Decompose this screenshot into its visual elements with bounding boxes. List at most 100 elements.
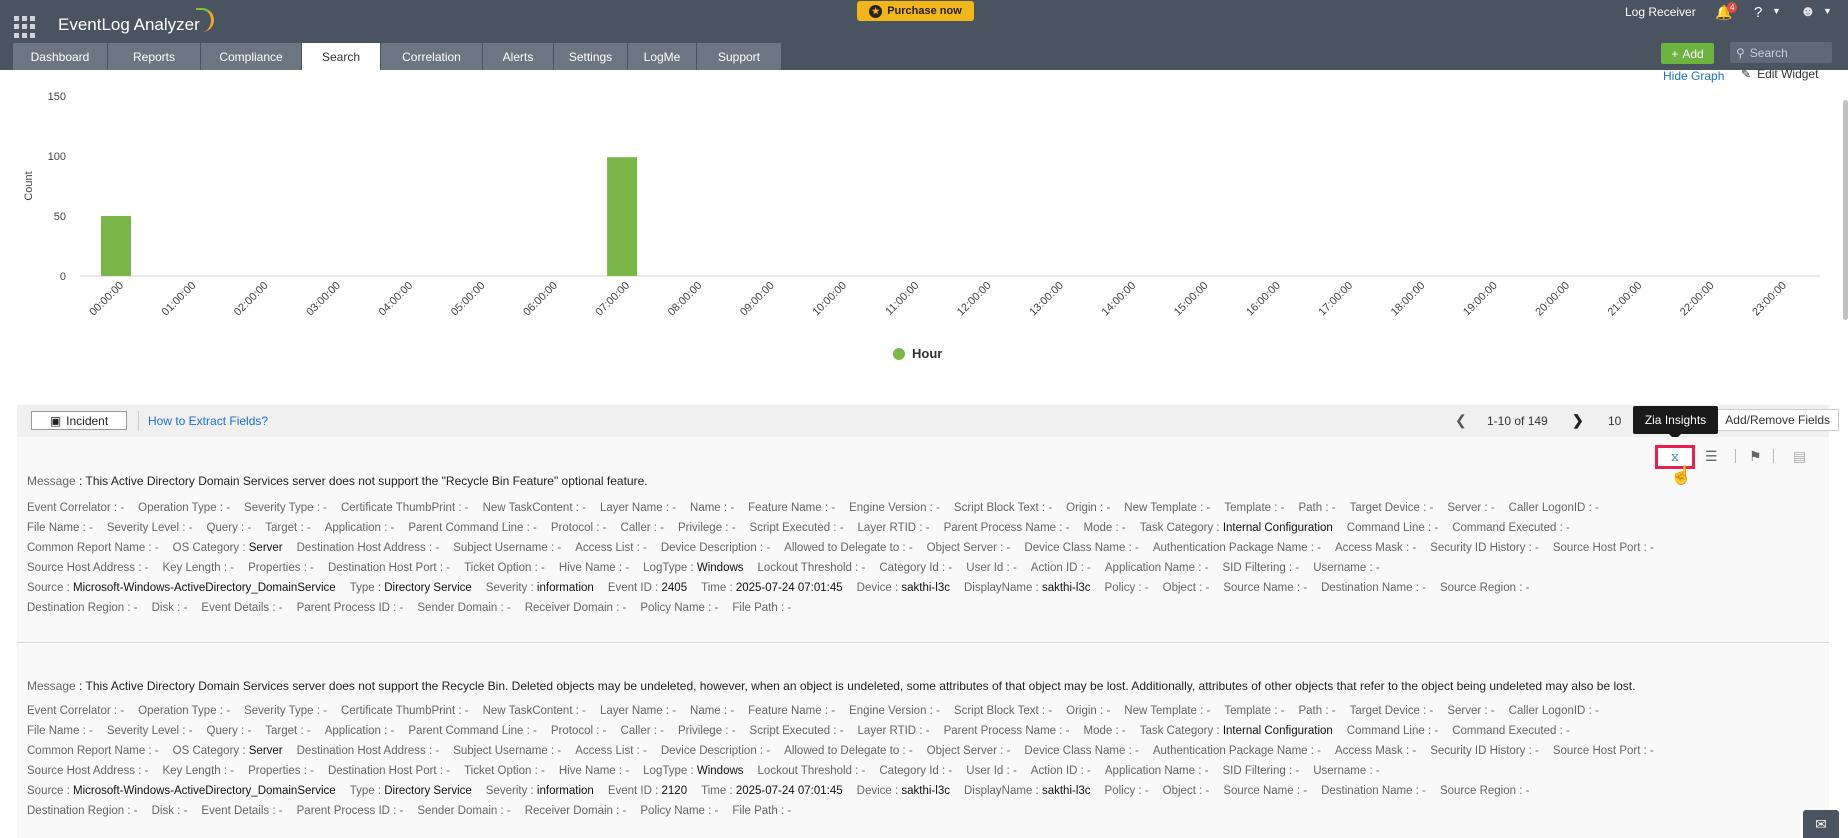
- log-field[interactable]: Severity Level : -: [107, 725, 193, 737]
- log-field[interactable]: Source : Microsoft-Windows-ActiveDirecto…: [27, 582, 336, 594]
- add-button[interactable]: + Add: [1661, 43, 1714, 64]
- log-field[interactable]: Source Name : -: [1223, 582, 1307, 594]
- log-field[interactable]: Script Block Text : -: [954, 502, 1052, 514]
- log-field[interactable]: Parent Process Name : -: [944, 522, 1070, 534]
- log-field[interactable]: Parent Process ID : -: [297, 805, 404, 817]
- log-field[interactable]: Template : -: [1224, 705, 1284, 717]
- log-field[interactable]: Command Executed : -: [1452, 522, 1570, 534]
- log-field[interactable]: Properties : -: [248, 562, 314, 574]
- log-field[interactable]: Task Category : Internal Configuration: [1140, 522, 1333, 534]
- log-field[interactable]: Destination Host Address : -: [297, 745, 440, 757]
- log-field[interactable]: File Path : -: [732, 602, 791, 614]
- tab-dashboard[interactable]: Dashboard: [13, 43, 107, 70]
- log-field[interactable]: User Id : -: [966, 765, 1017, 777]
- tab-support[interactable]: Support: [697, 43, 781, 70]
- log-field[interactable]: Script Executed : -: [750, 522, 844, 534]
- log-field[interactable]: Script Block Text : -: [954, 705, 1052, 717]
- log-field[interactable]: Access Mask : -: [1335, 542, 1416, 554]
- log-field[interactable]: Lockout Threshold : -: [758, 562, 866, 574]
- log-field[interactable]: Action ID : -: [1031, 765, 1091, 777]
- tab-settings[interactable]: Settings: [554, 43, 627, 70]
- edit-widget-button[interactable]: ✎ Edit Widget: [1741, 67, 1818, 81]
- log-field[interactable]: Layer Name : -: [600, 705, 676, 717]
- log-field[interactable]: Key Length : -: [162, 562, 234, 574]
- log-field[interactable]: Type : Directory Service: [350, 582, 472, 594]
- chart-legend[interactable]: Hour: [893, 346, 942, 361]
- log-field[interactable]: Application : -: [325, 725, 395, 737]
- log-field[interactable]: Destination Host Port : -: [328, 562, 450, 574]
- log-field[interactable]: Target Device : -: [1350, 502, 1434, 514]
- log-field[interactable]: Parent Process Name : -: [944, 725, 1070, 737]
- log-field[interactable]: Disk : -: [152, 602, 188, 614]
- edit-fields-icon[interactable]: ☰: [1705, 448, 1718, 465]
- log-field[interactable]: Query : -: [207, 725, 252, 737]
- log-field[interactable]: SID Filtering : -: [1222, 765, 1299, 777]
- incident-button[interactable]: ▣ Incident: [31, 411, 127, 430]
- log-field[interactable]: Sender Domain : -: [417, 805, 510, 817]
- log-field[interactable]: Certificate ThumbPrint : -: [341, 705, 469, 717]
- log-field[interactable]: Mode : -: [1084, 725, 1126, 737]
- chevron-down-icon[interactable]: ▼: [1823, 6, 1832, 16]
- log-field[interactable]: DisplayName : sakthi-l3c: [964, 582, 1091, 594]
- log-field[interactable]: Object Server : -: [927, 542, 1011, 554]
- log-field[interactable]: Allowed to Delegate to : -: [784, 542, 913, 554]
- log-field[interactable]: Privilege : -: [678, 522, 736, 534]
- log-field[interactable]: Target Device : -: [1350, 705, 1434, 717]
- chart-bar[interactable]: [101, 216, 131, 276]
- log-field[interactable]: Device : sakthi-l3c: [857, 785, 950, 797]
- log-field[interactable]: Source Host Port : -: [1553, 542, 1654, 554]
- log-field[interactable]: Access List : -: [575, 745, 647, 757]
- log-field[interactable]: Destination Host Port : -: [328, 765, 450, 777]
- log-field[interactable]: Mode : -: [1084, 522, 1126, 534]
- log-field[interactable]: Engine Version : -: [849, 502, 940, 514]
- log-field[interactable]: Lockout Threshold : -: [758, 765, 866, 777]
- log-receiver-link[interactable]: Log Receiver: [1625, 5, 1696, 19]
- log-field[interactable]: Destination Region : -: [27, 805, 138, 817]
- log-field[interactable]: Application Name : -: [1105, 562, 1209, 574]
- log-field[interactable]: Policy Name : -: [640, 805, 718, 817]
- log-field[interactable]: Subject Username : -: [453, 745, 561, 757]
- log-field[interactable]: Action ID : -: [1031, 562, 1091, 574]
- log-field[interactable]: Template : -: [1224, 502, 1284, 514]
- log-field[interactable]: Origin : -: [1066, 705, 1110, 717]
- chevron-down-icon[interactable]: ▼: [1772, 6, 1781, 16]
- log-field[interactable]: Source Host Port : -: [1553, 745, 1654, 757]
- log-field[interactable]: Certificate ThumbPrint : -: [341, 502, 469, 514]
- log-field[interactable]: Privilege : -: [678, 725, 736, 737]
- log-field[interactable]: Event ID : 2405: [608, 582, 687, 594]
- log-field[interactable]: Source Host Address : -: [27, 562, 148, 574]
- log-field[interactable]: File Path : -: [732, 805, 791, 817]
- log-field[interactable]: Device Description : -: [661, 542, 770, 554]
- log-field[interactable]: Source Region : -: [1440, 785, 1530, 797]
- log-field[interactable]: SID Filtering : -: [1222, 562, 1299, 574]
- log-field[interactable]: LogType : Windows: [643, 562, 743, 574]
- log-field[interactable]: Caller LogonID : -: [1509, 502, 1599, 514]
- help-icon[interactable]: ?: [1754, 4, 1762, 21]
- log-field[interactable]: LogType : Windows: [643, 765, 743, 777]
- log-field[interactable]: Parent Process ID : -: [297, 602, 404, 614]
- log-field[interactable]: Device : sakthi-l3c: [857, 582, 950, 594]
- log-field[interactable]: Protocol : -: [551, 522, 607, 534]
- log-field[interactable]: Ticket Option : -: [464, 765, 545, 777]
- log-field[interactable]: Command Line : -: [1347, 725, 1438, 737]
- purchase-button[interactable]: ★ Purchase now: [857, 1, 974, 21]
- log-field[interactable]: Disk : -: [152, 805, 188, 817]
- tab-search[interactable]: Search: [302, 43, 380, 70]
- log-field[interactable]: New TaskContent : -: [483, 502, 586, 514]
- log-field[interactable]: Application : -: [325, 522, 395, 534]
- log-field[interactable]: Event ID : 2120: [608, 785, 687, 797]
- log-field[interactable]: Command Executed : -: [1452, 725, 1570, 737]
- log-field[interactable]: OS Category : Server: [173, 745, 283, 757]
- log-field[interactable]: Object Server : -: [927, 745, 1011, 757]
- log-field[interactable]: Caller : -: [621, 725, 664, 737]
- log-field[interactable]: File Name : -: [27, 522, 93, 534]
- log-field[interactable]: Event Details : -: [201, 602, 282, 614]
- log-field[interactable]: Authentication Package Name : -: [1153, 745, 1321, 757]
- log-field[interactable]: Parent Command Line : -: [408, 522, 537, 534]
- per-page-select[interactable]: 10: [1608, 414, 1621, 428]
- log-field[interactable]: Source Name : -: [1223, 785, 1307, 797]
- log-field[interactable]: Query : -: [207, 522, 252, 534]
- log-field[interactable]: Policy : -: [1105, 785, 1149, 797]
- log-field[interactable]: Authentication Package Name : -: [1153, 542, 1321, 554]
- log-field[interactable]: Ticket Option : -: [464, 562, 545, 574]
